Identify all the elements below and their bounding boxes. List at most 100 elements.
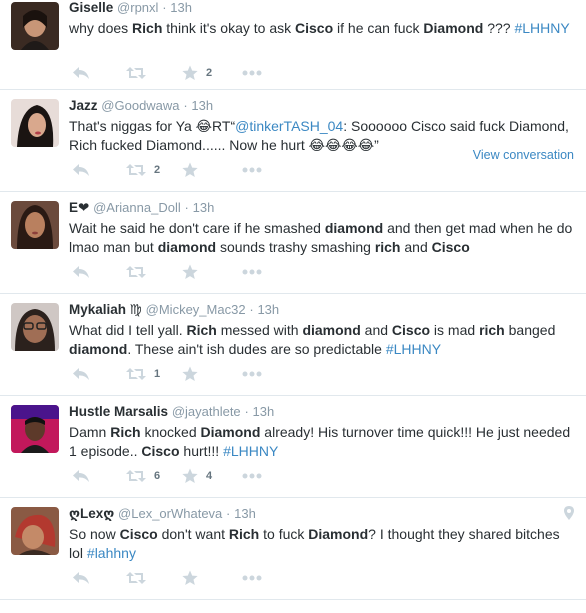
text-segment: hurt!!! <box>179 443 224 459</box>
avatar[interactable] <box>11 2 59 50</box>
user-handle[interactable]: @Lex_orWhateva <box>118 506 222 521</box>
timestamp[interactable]: 13h <box>253 404 275 419</box>
text-segment: is mad <box>430 322 480 338</box>
reply-button[interactable] <box>72 66 126 80</box>
mention-link[interactable]: @tinkerTASH_04 <box>235 118 343 134</box>
tweet: E❤ @Arianna_Doll · 13h Wait he said he d… <box>0 192 586 294</box>
text-segment: to fuck <box>259 526 309 542</box>
avatar[interactable] <box>11 507 59 555</box>
reply-button[interactable] <box>72 163 126 177</box>
favorite-count: 4 <box>206 470 213 482</box>
keyword-highlight: Rich <box>110 424 141 440</box>
keyword-highlight: Rich <box>132 20 163 36</box>
reply-button[interactable] <box>72 265 126 279</box>
reply-icon <box>73 164 89 176</box>
hashtag-link[interactable]: #LHHNY <box>223 443 278 459</box>
favorite-button[interactable]: 2 <box>182 65 242 81</box>
tweet-text: So now Cisco don't want Rich to fuck Dia… <box>69 525 574 563</box>
tweet: Jazz @Goodwawa · 13h That's niggas for Y… <box>0 90 586 192</box>
text-segment: don't want <box>157 526 229 542</box>
more-button[interactable] <box>242 70 262 76</box>
keyword-highlight: Cisco <box>391 322 431 338</box>
keyword-highlight: Cisco <box>141 443 180 459</box>
reply-button[interactable] <box>72 571 126 585</box>
view-conversation-link[interactable]: View conversation <box>473 148 574 162</box>
user-fullname[interactable]: Hustle Marsalis <box>69 404 168 419</box>
timestamp[interactable]: 13h <box>234 506 256 521</box>
reply-button[interactable] <box>72 367 126 381</box>
keyword-highlight: Diamond <box>423 20 484 36</box>
timestamp[interactable]: 13h <box>193 200 215 215</box>
text-segment: What did I tell yall. <box>69 322 187 338</box>
favorite-button[interactable] <box>182 162 242 178</box>
text-segment: and <box>400 239 432 255</box>
favorite-button[interactable] <box>182 264 242 280</box>
text-segment: and <box>360 322 392 338</box>
reply-button[interactable] <box>72 469 126 483</box>
timestamp[interactable]: 13h <box>257 302 279 317</box>
user-fullname[interactable]: Jazz <box>69 98 98 113</box>
favorite-button[interactable] <box>182 570 242 586</box>
user-fullname[interactable]: ღLexღ <box>69 506 114 521</box>
retweet-button[interactable]: 1 <box>126 367 182 381</box>
tweet-feed: Giselle @rpnxl · 13h why does Rich think… <box>0 0 586 600</box>
avatar[interactable] <box>11 201 59 249</box>
keyword-highlight: rich <box>374 239 401 255</box>
retweet-button[interactable] <box>126 66 182 80</box>
avatar[interactable] <box>11 99 59 147</box>
more-button[interactable] <box>242 167 262 173</box>
user-handle[interactable]: @jayathlete <box>172 404 241 419</box>
separator: · <box>249 302 254 317</box>
keyword-highlight: rich <box>479 322 505 338</box>
tweet-actions <box>72 264 262 280</box>
retweet-button[interactable] <box>126 571 182 585</box>
more-button[interactable] <box>242 575 262 581</box>
tweet-actions <box>72 570 262 586</box>
star-icon <box>182 366 198 381</box>
more-button[interactable] <box>242 473 262 479</box>
keyword-highlight: diamond <box>157 239 217 255</box>
timestamp[interactable]: 13h <box>191 98 213 113</box>
location-pin-icon[interactable] <box>564 506 574 520</box>
tweet: Mykaliah ♍ @Mickey_Mac32 · 13h What did … <box>0 294 586 396</box>
retweet-button[interactable] <box>126 265 182 279</box>
more-icon <box>242 371 262 377</box>
star-icon <box>182 65 198 80</box>
user-fullname[interactable]: Giselle <box>69 0 113 15</box>
user-fullname[interactable]: E❤ <box>69 200 89 215</box>
tweet-header: Jazz @Goodwawa · 13h <box>69 98 213 113</box>
retweet-button[interactable]: 2 <box>126 163 182 177</box>
more-button[interactable] <box>242 371 262 377</box>
avatar[interactable] <box>11 303 59 351</box>
tweet: ღLexღ @Lex_orWhateva · 13h So now Cisco … <box>0 498 586 600</box>
star-icon <box>182 570 198 585</box>
keyword-highlight: diamond <box>324 220 384 236</box>
more-icon <box>242 575 262 581</box>
tweet-header: Giselle @rpnxl · 13h <box>69 0 192 15</box>
hashtag-link[interactable]: #LHHNY <box>386 341 441 357</box>
user-handle[interactable]: @Goodwawa <box>101 98 179 113</box>
favorite-button[interactable] <box>182 366 242 382</box>
favorite-button[interactable]: 4 <box>182 468 242 484</box>
text-segment: why does <box>69 20 133 36</box>
more-icon <box>242 167 262 173</box>
retweet-button[interactable]: 6 <box>126 469 182 483</box>
retweet-count: 6 <box>154 470 161 482</box>
keyword-highlight: Cisco <box>119 526 158 542</box>
more-button[interactable] <box>242 269 262 275</box>
user-handle[interactable]: @rpnxl <box>117 0 158 15</box>
retweet-icon <box>126 572 146 584</box>
keyword-highlight: Diamond <box>308 526 369 542</box>
hashtag-link[interactable]: #lahhny <box>87 545 136 561</box>
hashtag-link[interactable]: #LHHNY <box>514 20 569 36</box>
user-handle[interactable]: @Mickey_Mac32 <box>146 302 246 317</box>
star-icon <box>182 162 198 177</box>
user-handle[interactable]: @Arianna_Doll <box>93 200 181 215</box>
keyword-highlight: Rich <box>186 322 217 338</box>
tweet-header: E❤ @Arianna_Doll · 13h <box>69 200 214 216</box>
tweet-actions: 2 <box>72 162 262 178</box>
text-segment: sounds trashy smashing <box>216 239 375 255</box>
timestamp[interactable]: 13h <box>170 0 192 15</box>
avatar[interactable] <box>11 405 59 453</box>
user-fullname[interactable]: Mykaliah ♍ <box>69 302 142 317</box>
